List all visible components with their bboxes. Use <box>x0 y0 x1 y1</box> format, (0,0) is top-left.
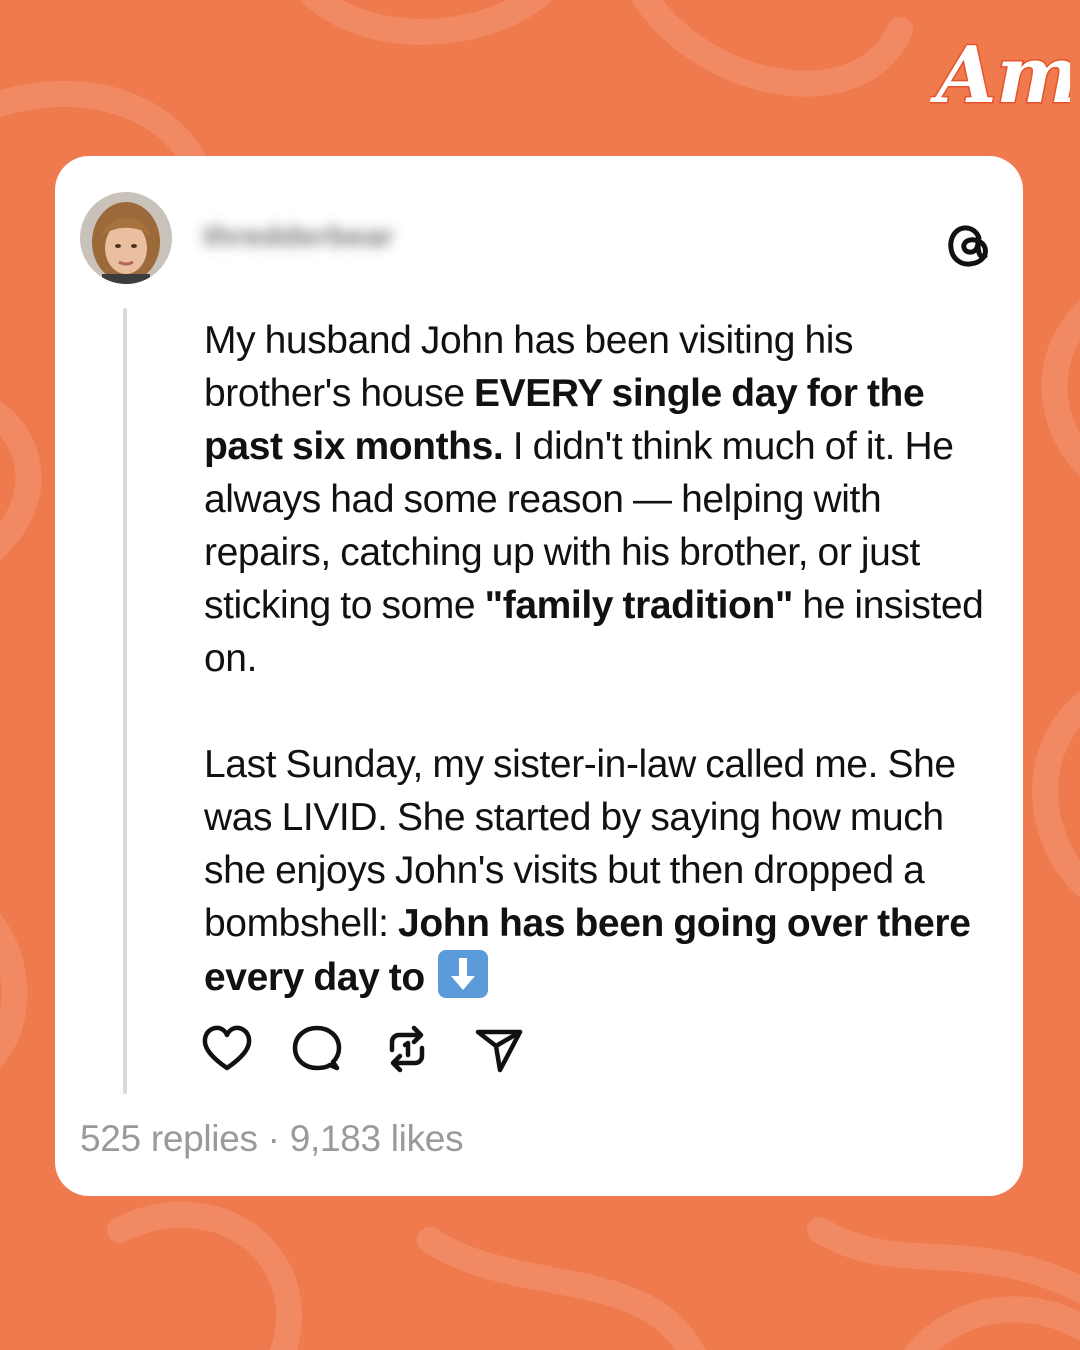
comment-icon[interactable] <box>290 1022 344 1076</box>
post-card: thredderbear My husband John has been vi… <box>55 156 1023 1196</box>
brand-logo: Am <box>930 29 1070 123</box>
threads-icon[interactable] <box>943 218 995 270</box>
heart-icon[interactable] <box>200 1022 254 1076</box>
post-stats[interactable]: 525 replies · 9,183 likes <box>80 1118 464 1160</box>
post-paragraph-2: Last Sunday, my sister-in-law called me.… <box>204 738 994 1004</box>
thread-line <box>123 308 127 1094</box>
avatar[interactable] <box>80 192 172 284</box>
repost-icon[interactable] <box>380 1022 434 1076</box>
username[interactable]: thredderbear <box>203 220 394 254</box>
text-run-bold: "family tradition" <box>484 584 794 627</box>
post-text: My husband John has been visiting his br… <box>204 314 994 1004</box>
post-paragraph-1: My husband John has been visiting his br… <box>204 314 994 685</box>
down-arrow-emoji-icon <box>438 950 489 998</box>
share-icon[interactable] <box>472 1022 526 1076</box>
brand-logo-text: Am <box>930 30 1070 121</box>
